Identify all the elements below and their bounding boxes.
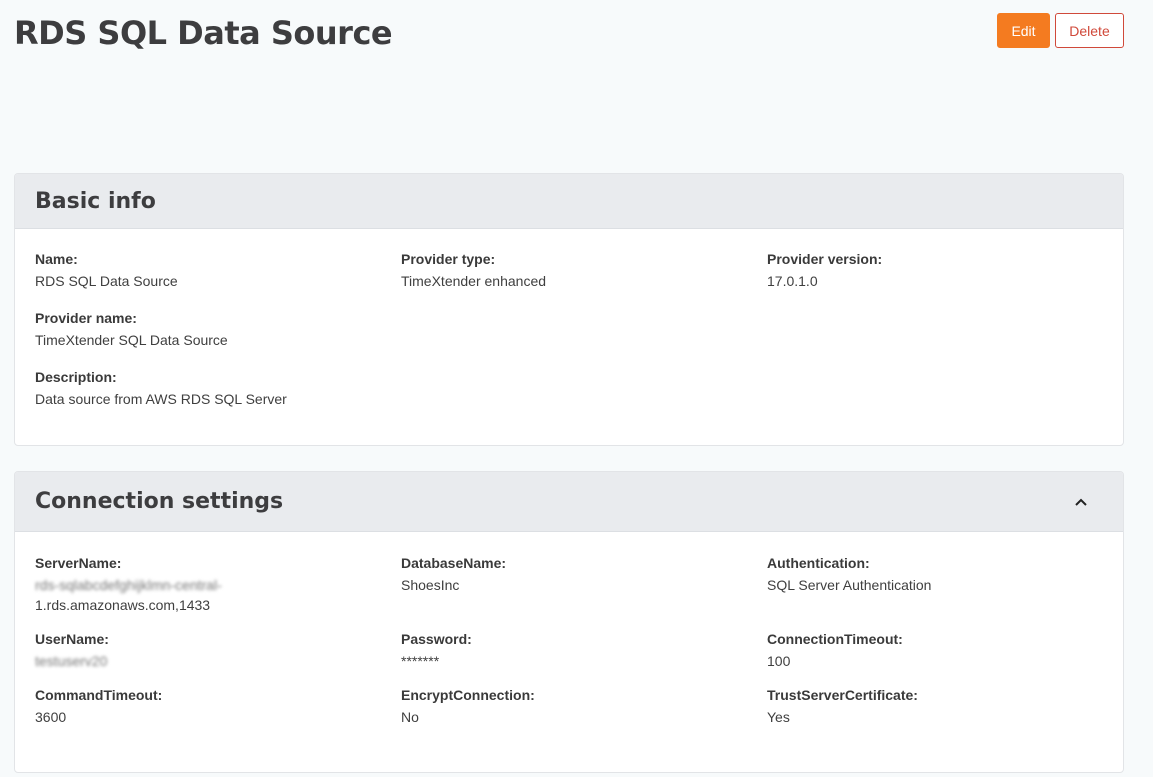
field-connection-timeout: ConnectionTimeout: 100 bbox=[767, 630, 1103, 672]
header-actions: Edit Delete bbox=[997, 13, 1124, 48]
field-value: TimeXtender enhanced bbox=[401, 273, 547, 289]
field-value: 17.0.1.0 bbox=[767, 273, 818, 289]
field-description: Description: Data source from AWS RDS SQ… bbox=[35, 368, 401, 410]
connection-settings-card: Connection settings ServerName: rds-sqla… bbox=[14, 471, 1124, 773]
connection-settings-title: Connection settings bbox=[35, 489, 284, 514]
field-value-redacted: rds-sqlabcdefghijklmn-central- bbox=[35, 577, 222, 593]
field-value: Data source from AWS RDS SQL Server bbox=[35, 391, 287, 407]
field-database-name: DatabaseName: ShoesInc bbox=[401, 554, 767, 616]
field-label: CommandTimeout: bbox=[35, 687, 163, 703]
edit-button[interactable]: Edit bbox=[997, 13, 1050, 48]
field-value: Yes bbox=[767, 709, 790, 725]
field-value: ******* bbox=[401, 653, 440, 669]
field-encrypt-connection: EncryptConnection: No bbox=[401, 686, 767, 728]
page: RDS SQL Data Source Edit Delete Basic in… bbox=[0, 0, 1153, 777]
basic-info-title: Basic info bbox=[35, 188, 156, 214]
basic-info-header: Basic info bbox=[15, 174, 1123, 229]
field-value: 3600 bbox=[35, 709, 67, 725]
field-label: Name: bbox=[35, 251, 78, 267]
field-authentication: Authentication: SQL Server Authenticatio… bbox=[767, 554, 1103, 616]
field-label: ConnectionTimeout: bbox=[767, 631, 903, 647]
field-value: RDS SQL Data Source bbox=[35, 273, 178, 289]
basic-info-grid: Name: RDS SQL Data Source Provider type:… bbox=[15, 229, 1123, 424]
connection-settings-grid: ServerName: rds-sqlabcdefghijklmn-centra… bbox=[15, 532, 1123, 742]
field-value: ShoesInc bbox=[401, 577, 460, 593]
field-label: Provider type: bbox=[401, 251, 496, 267]
chevron-up-icon[interactable] bbox=[1071, 492, 1091, 512]
field-trust-server-certificate: TrustServerCertificate: Yes bbox=[767, 686, 1103, 728]
field-provider-name: Provider name: TimeXtender SQL Data Sour… bbox=[35, 309, 401, 351]
field-label: DatabaseName: bbox=[401, 555, 507, 571]
field-name: Name: RDS SQL Data Source bbox=[35, 250, 401, 292]
field-label: Provider name: bbox=[35, 310, 137, 326]
field-password: Password: ******* bbox=[401, 630, 767, 672]
delete-button[interactable]: Delete bbox=[1055, 13, 1124, 48]
field-command-timeout: CommandTimeout: 3600 bbox=[35, 686, 401, 728]
field-label: ServerName: bbox=[35, 555, 122, 571]
field-label: EncryptConnection: bbox=[401, 687, 535, 703]
field-value-redacted: testuserv20 bbox=[35, 653, 108, 669]
connection-settings-header[interactable]: Connection settings bbox=[15, 472, 1123, 532]
field-label: Authentication: bbox=[767, 555, 870, 571]
field-server-name: ServerName: rds-sqlabcdefghijklmn-centra… bbox=[35, 554, 401, 616]
field-user-name: UserName: testuserv20 bbox=[35, 630, 401, 672]
page-title: RDS SQL Data Source bbox=[14, 14, 393, 52]
field-provider-type: Provider type: TimeXtender enhanced bbox=[401, 250, 767, 292]
field-label: Password: bbox=[401, 631, 472, 647]
field-value: 100 bbox=[767, 653, 791, 669]
field-provider-version: Provider version: 17.0.1.0 bbox=[767, 250, 1103, 292]
field-label: Provider version: bbox=[767, 251, 883, 267]
basic-info-card: Basic info Name: RDS SQL Data Source Pro… bbox=[14, 173, 1124, 446]
field-value: TimeXtender SQL Data Source bbox=[35, 332, 228, 348]
field-value: SQL Server Authentication bbox=[767, 577, 932, 593]
field-value: No bbox=[401, 709, 419, 725]
field-value: 1.rds.amazonaws.com,1433 bbox=[35, 597, 211, 613]
field-label: UserName: bbox=[35, 631, 109, 647]
field-label: TrustServerCertificate: bbox=[767, 687, 918, 703]
field-label: Description: bbox=[35, 369, 117, 385]
